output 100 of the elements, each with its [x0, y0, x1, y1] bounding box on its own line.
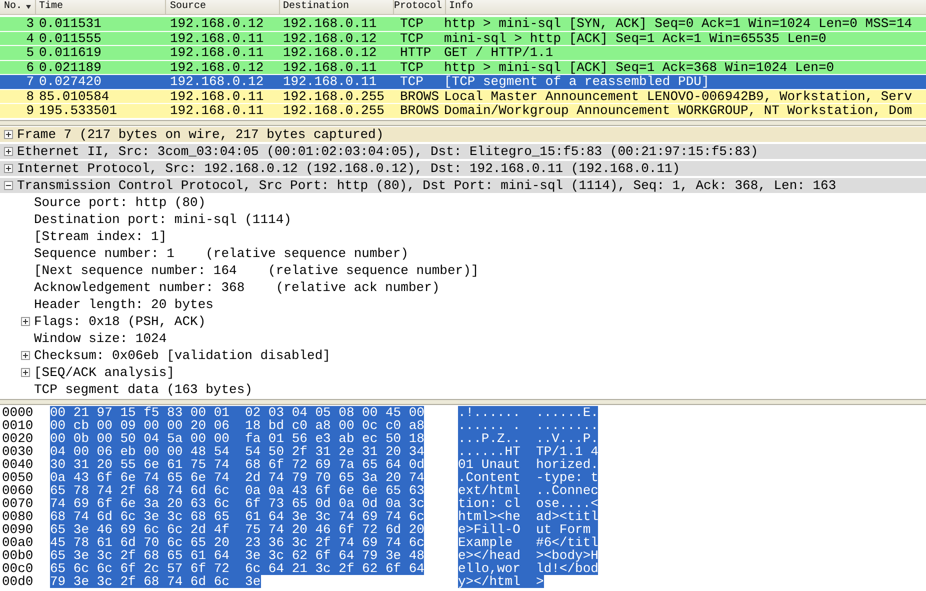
tree-item[interactable]: Acknowledgement number: 368 (relative ack number): [34, 280, 440, 295]
tree-item[interactable]: [Next sequence number: 164 (relative sequence number)]: [34, 263, 479, 278]
table-cell-text: HTTP: [399, 46, 432, 60]
table-cell-text: 8: [25, 90, 35, 103]
offset-label: 0050: [1, 471, 34, 484]
table-cell-text: 0.027420: [38, 75, 102, 88]
ascii-text[interactable]: e>Fill-O ut Form: [458, 523, 598, 536]
packet-row[interactable]: 9 195.533501 192.168.0.11 192.168.0.255 BROWS Domain/Workgroup Announcement WORKGROUP, NT Workstation, Dom: [0, 104, 926, 118]
tree-item[interactable]: Header length: 20 bytes: [34, 297, 214, 312]
tree-item[interactable]: Frame 7 (217 bytes on wire, 217 bytes captured): [0, 127, 926, 142]
table-cell-text: 4: [25, 32, 35, 45]
tree-item[interactable]: Source port: http (80): [34, 195, 206, 210]
collapse-icon[interactable]: [4, 181, 13, 190]
hex-bytes[interactable]: 04 00 06 eb 00 00 48 54 54 50 2f 31 2e 31 20 34: [50, 445, 424, 458]
tree-item[interactable]: Internet Protocol, Src: 192.168.0.12 (192.168.0.12), Dst: 192.168.0.11 (192.168.0.11): [0, 161, 926, 176]
packet-row[interactable]: 5 0.011619 192.168.0.11 192.168.0.12 HTTP GET / HTTP/1.1: [0, 46, 926, 60]
ascii-text[interactable]: y></html >: [458, 575, 544, 588]
table-cell-text: 195.533501: [38, 104, 118, 118]
table-cell-text: BROWS: [399, 104, 440, 118]
table-cell-text: GET / HTTP/1.1: [443, 46, 554, 60]
hex-bytes[interactable]: 65 78 74 2f 68 74 6d 6c 0a 0a 43 6f 6e 6e 65 63: [50, 484, 424, 497]
expand-icon[interactable]: [4, 147, 13, 156]
table-cell-text: 192.168.0.11: [169, 46, 265, 60]
hex-bytes[interactable]: 74 69 6f 6e 3a 20 63 6c 6f 73 65 0d 0a 0d 0a 3c: [50, 497, 424, 510]
table-cell-text: 192.168.0.11: [282, 75, 378, 88]
table-cell-text: Domain/Workgroup Announcement WORKGROUP, NT Workstation, Dom: [443, 104, 914, 118]
table-cell-text: 192.168.0.12: [282, 46, 378, 60]
packet-row[interactable]: 3 0.011531 192.168.0.12 192.168.0.11 TCP http > mini-sql [SYN, ACK] Seq=0 Ack=1 Win=1024 Len=0 MSS=14: [0, 17, 926, 32]
table-cell-text: 85.010584: [38, 90, 110, 103]
expand-icon[interactable]: [21, 368, 30, 377]
tree-item[interactable]: Flags: 0x18 (PSH, ACK): [34, 314, 206, 329]
sort-icon: [26, 5, 32, 9]
tree-label: Internet Protocol, Src: 192.168.0.12 (192.168.0.12), Dst: 192.168.0.11 (192.168.0.11): [17, 161, 680, 176]
offset-label: 0020: [1, 432, 34, 445]
table-cell-text: BROWS: [399, 90, 440, 103]
packet-row[interactable]: 4 0.011555 192.168.0.11 192.168.0.12 TCP mini-sql > http [ACK] Seq=1 Ack=1 Win=65535 Len=0: [0, 32, 926, 46]
hex-bytes[interactable]: 79 3e 3c 2f 68 74 6d 6c 3e: [50, 575, 261, 588]
ascii-text[interactable]: e></head ><body>H: [458, 549, 598, 562]
column-header[interactable]: Source: [166, 0, 280, 14]
hex-bytes[interactable]: 0a 43 6f 6e 74 65 6e 74 2d 74 79 70 65 3a 20 74: [50, 471, 424, 484]
tree-item[interactable]: Window size: 1024: [34, 331, 167, 346]
tree-item[interactable]: Ethernet II, Src: 3com_03:04:05 (00:01:02:03:04:05), Dst: Elitegro_15:f5:83 (00:21:97:15:f5:83): [0, 144, 926, 159]
table-cell-text: 192.168.0.11: [282, 17, 378, 30]
offset-label: 00c0: [1, 562, 34, 575]
table-cell-text: 192.168.0.12: [169, 17, 265, 30]
table-cell-text: 192.168.0.11: [169, 104, 265, 118]
ascii-text[interactable]: 01 Unaut horized.: [458, 458, 598, 471]
offset-label: 0040: [1, 458, 34, 471]
ascii-text[interactable]: Example #6</titl: [458, 536, 598, 549]
table-cell-text: http > mini-sql [ACK] Seq=1 Ack=368 Win=1024 Len=0: [443, 60, 836, 74]
column-header[interactable]: No.: [0, 0, 36, 14]
tree-item[interactable]: Checksum: 0x06eb [validation disabled]: [34, 348, 330, 363]
expand-icon[interactable]: [4, 164, 13, 173]
hex-bytes[interactable]: 68 74 6d 6c 3e 3c 68 65 61 64 3e 3c 74 69 74 6c: [50, 510, 424, 523]
hex-bytes[interactable]: 65 3e 46 69 6c 6c 2d 4f 75 74 20 46 6f 72 6d 20: [50, 523, 424, 536]
tree-item[interactable]: [Stream index: 1]: [34, 229, 167, 244]
expand-icon[interactable]: [21, 351, 30, 360]
ascii-text[interactable]: ...... . ........: [458, 419, 598, 432]
hex-bytes[interactable]: 45 78 61 6d 70 6c 65 20 23 36 3c 2f 74 69 74 6c: [50, 536, 424, 549]
hex-bytes[interactable]: 00 cb 00 09 00 00 20 06 18 bd c0 a8 00 0c c0 a8: [50, 419, 424, 432]
offset-label: 0080: [1, 510, 34, 523]
tree-item[interactable]: [SEQ/ACK analysis]: [34, 365, 174, 380]
table-cell-text: 0.011531: [38, 17, 102, 30]
table-cell-text: 0.011619: [38, 46, 102, 60]
expand-icon[interactable]: [21, 317, 30, 326]
ascii-text[interactable]: ...P.Z.. ..V...P.: [458, 432, 598, 445]
table-cell-text: 192.168.0.11: [282, 60, 378, 74]
hex-bytes[interactable]: 65 6c 6c 6f 2c 57 6f 72 6c 64 21 3c 2f 62 6f 64: [50, 562, 424, 575]
ascii-text[interactable]: tion: cl ose....<: [458, 497, 598, 510]
hex-bytes[interactable]: 00 0b 00 50 04 5a 00 00 fa 01 56 e3 ab ec 50 18: [50, 432, 424, 445]
offset-label: 00d0: [1, 575, 34, 588]
table-cell-text: 9: [25, 104, 35, 118]
ascii-text[interactable]: ext/html ..Connec: [458, 484, 598, 497]
ascii-text[interactable]: ......HT TP/1.1 4: [458, 445, 598, 458]
hex-bytes[interactable]: 30 31 20 55 6e 61 75 74 68 6f 72 69 7a 65 64 0d: [50, 458, 424, 471]
offset-label: 0000: [1, 406, 34, 419]
ascii-text[interactable]: ello,wor ld!</bod: [458, 562, 598, 575]
offset-label: 00b0: [1, 549, 34, 562]
table-cell-text: mini-sql > http [ACK] Seq=1 Ack=1 Win=65535 Len=0: [443, 32, 828, 45]
expand-icon[interactable]: [4, 130, 13, 139]
ascii-text[interactable]: .!...... ......E.: [458, 406, 598, 419]
offset-label: 0010: [1, 419, 34, 432]
tree-item[interactable]: Destination port: mini-sql (1114): [34, 212, 292, 227]
packet-row[interactable]: 7 0.027420 192.168.0.12 192.168.0.11 TCP [TCP segment of a reassembled PDU]: [0, 75, 926, 90]
column-header[interactable]: Protocol: [394, 0, 446, 14]
tree-label: Ethernet II, Src: 3com_03:04:05 (00:01:02:03:04:05), Dst: Elitegro_15:f5:83 (00:21:97:15:f5:83): [17, 144, 758, 159]
column-header[interactable]: Info: [446, 0, 926, 14]
column-header[interactable]: Time: [36, 0, 166, 14]
table-cell-text: 192.168.0.255: [282, 90, 386, 103]
table-cell-text: 192.168.0.255: [282, 104, 386, 118]
packet-row[interactable]: 8 85.010584 192.168.0.11 192.168.0.255 BROWS Local Master Announcement LENOVO-006942B9, Workstation, Serv: [0, 90, 926, 104]
hex-bytes[interactable]: 00 21 97 15 f5 83 00 01 02 03 04 05 08 00 45 00: [50, 406, 424, 419]
ascii-text[interactable]: html><he ad><titl: [458, 510, 598, 523]
packet-row[interactable]: 6 0.021189 192.168.0.12 192.168.0.11 TCP http > mini-sql [ACK] Seq=1 Ack=368 Win=1024 Len=0: [0, 60, 926, 75]
table-cell-text: TCP: [399, 60, 424, 74]
hex-bytes[interactable]: 65 3e 3c 2f 68 65 61 64 3e 3c 62 6f 64 79 3e 48: [50, 549, 424, 562]
ascii-text[interactable]: .Content -type: t: [458, 471, 598, 484]
column-header[interactable]: Destination: [280, 0, 394, 14]
tree-item[interactable]: TCP segment data (163 bytes): [34, 382, 252, 397]
tree-item[interactable]: Sequence number: 1 (relative sequence number): [34, 246, 408, 261]
